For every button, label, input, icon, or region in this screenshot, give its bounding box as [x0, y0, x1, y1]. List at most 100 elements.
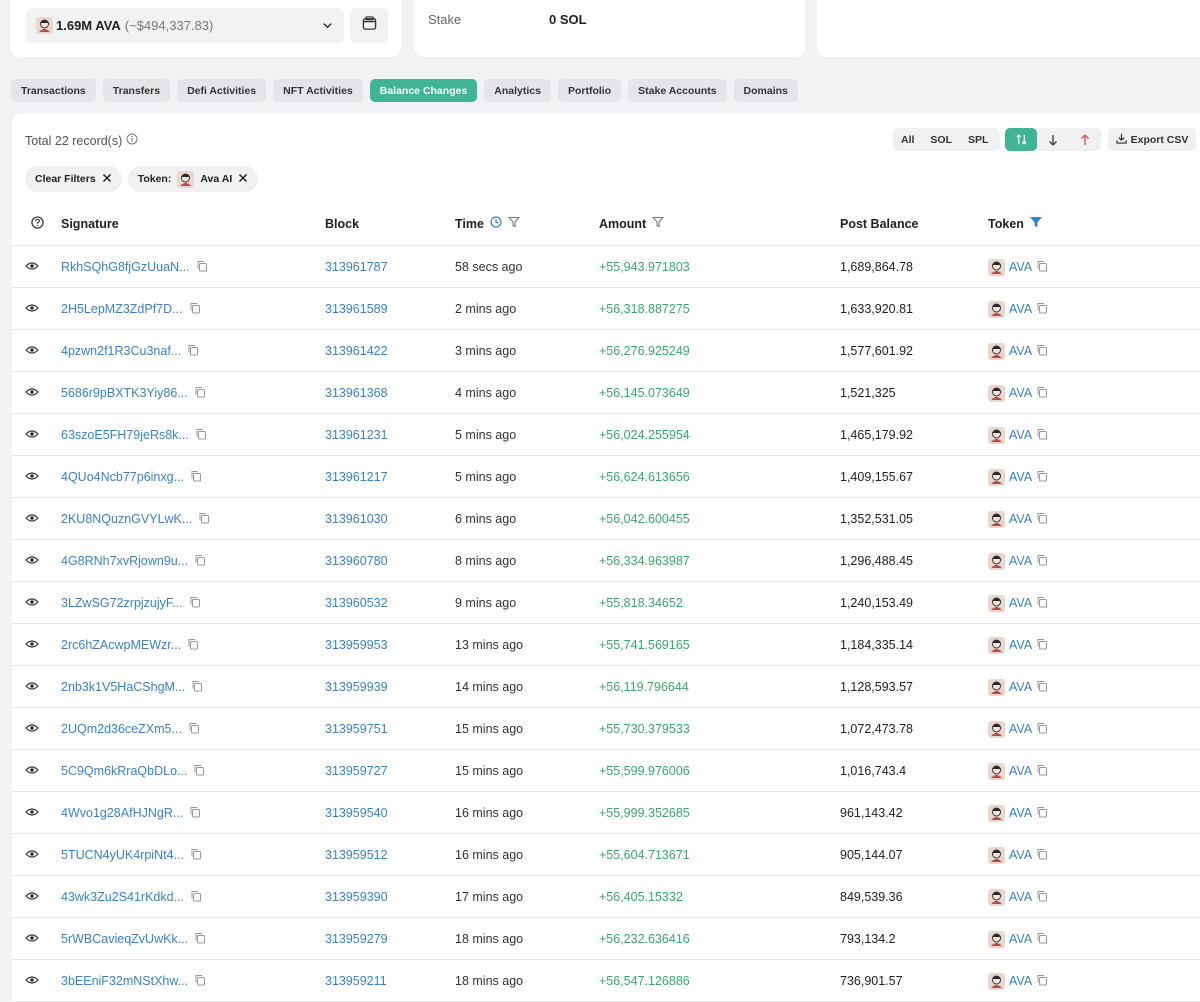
view-details-button[interactable] [25, 624, 49, 666]
copy-icon[interactable] [1036, 344, 1048, 359]
signature-link[interactable]: 3LZwSG72zrpjzujyF... [61, 596, 183, 610]
block-link[interactable]: 313960532 [325, 596, 388, 610]
tab-balance-changes[interactable]: Balance Changes [369, 79, 478, 102]
view-details-button[interactable] [25, 666, 49, 708]
signature-link[interactable]: RkhSQhG8fjGzUuaN... [61, 260, 190, 274]
copy-icon[interactable] [195, 428, 207, 443]
signature-link[interactable]: 2nb3k1V5HaCShgM... [61, 680, 185, 694]
token-link[interactable]: AVA [1009, 554, 1032, 568]
token-link[interactable]: AVA [1009, 932, 1032, 946]
block-link[interactable]: 313961231 [325, 428, 388, 442]
block-link[interactable]: 313959211 [325, 974, 387, 988]
block-link[interactable]: 313959540 [325, 806, 388, 820]
block-link[interactable]: 313959939 [325, 680, 388, 694]
copy-icon[interactable] [189, 596, 201, 611]
signature-link[interactable]: 43wk3Zu2S41rKdkd... [61, 890, 184, 904]
token-link[interactable]: AVA [1009, 974, 1032, 988]
block-link[interactable]: 313961368 [325, 386, 388, 400]
view-details-button[interactable] [25, 792, 49, 834]
token-link[interactable]: AVA [1009, 302, 1032, 316]
block-link[interactable]: 313960780 [325, 554, 388, 568]
copy-icon[interactable] [1036, 764, 1048, 779]
signature-link[interactable]: 63szoE5FH79jeRs8k... [61, 428, 189, 442]
copy-icon[interactable] [194, 554, 206, 569]
tab-analytics[interactable]: Analytics [484, 79, 551, 102]
copy-icon[interactable] [1036, 722, 1048, 737]
filter-spl-button[interactable]: SPL [960, 128, 996, 151]
signature-link[interactable]: 4QUo4Ncb77p6inxg... [61, 470, 184, 484]
copy-icon[interactable] [190, 470, 202, 485]
signature-link[interactable]: 4pzwn2f1R3Cu3naf... [61, 344, 181, 358]
copy-icon[interactable] [188, 722, 200, 737]
block-link[interactable]: 313961589 [325, 302, 388, 316]
view-details-button[interactable] [25, 372, 49, 414]
copy-icon[interactable] [1036, 554, 1048, 569]
export-csv-button[interactable]: Export CSV [1108, 128, 1196, 151]
copy-icon[interactable] [187, 344, 199, 359]
copy-icon[interactable] [193, 764, 205, 779]
copy-icon[interactable] [1036, 848, 1048, 863]
close-icon[interactable] [102, 173, 112, 186]
token-filter-icon[interactable] [1029, 216, 1043, 231]
token-link[interactable]: AVA [1009, 512, 1032, 526]
copy-icon[interactable] [1036, 428, 1048, 443]
token-link[interactable]: AVA [1009, 386, 1032, 400]
time-filter-icon[interactable] [507, 216, 521, 231]
copy-icon[interactable] [1036, 260, 1048, 275]
block-link[interactable]: 313961422 [325, 344, 388, 358]
tab-domains[interactable]: Domains [733, 79, 798, 102]
outgoing-button[interactable] [1069, 128, 1101, 151]
copy-icon[interactable] [1036, 512, 1048, 527]
view-details-button[interactable] [25, 708, 49, 750]
block-link[interactable]: 313959727 [325, 764, 388, 778]
amount-filter-icon[interactable] [651, 216, 665, 231]
filter-all-button[interactable]: All [893, 128, 922, 151]
close-icon[interactable] [238, 173, 248, 186]
incoming-button[interactable] [1037, 128, 1069, 151]
signature-link[interactable]: 2KU8NQuznGVYLwK... [61, 512, 192, 526]
copy-icon[interactable] [1036, 596, 1048, 611]
view-details-button[interactable] [25, 834, 49, 876]
view-details-button[interactable] [25, 498, 49, 540]
signature-link[interactable]: 5rWBCavieqZvUwKk... [61, 932, 188, 946]
clear-filters-chip[interactable]: Clear Filters [25, 166, 122, 192]
tab-defi-activities[interactable]: Defi Activities [177, 79, 267, 102]
block-link[interactable]: 313961030 [325, 512, 388, 526]
token-link[interactable]: AVA [1009, 806, 1032, 820]
token-link[interactable]: AVA [1009, 848, 1032, 862]
view-details-button[interactable] [25, 246, 49, 288]
view-details-button[interactable] [25, 288, 49, 330]
question-circle-icon[interactable] [31, 215, 44, 232]
token-select[interactable]: 1.69M AVA (~$494,337.83) [26, 8, 344, 43]
tab-nft-activities[interactable]: NFT Activities [273, 79, 363, 102]
tab-transactions[interactable]: Transactions [11, 79, 96, 102]
view-details-button[interactable] [25, 456, 49, 498]
token-link[interactable]: AVA [1009, 764, 1032, 778]
signature-link[interactable]: 4Wvo1g28AfHJNgR... [61, 806, 183, 820]
token-link[interactable]: AVA [1009, 638, 1032, 652]
signature-link[interactable]: 3bEEniF32mNStXhw... [61, 974, 188, 988]
copy-icon[interactable] [194, 974, 206, 989]
block-link[interactable]: 313959953 [325, 638, 388, 652]
copy-icon[interactable] [189, 302, 201, 317]
tab-transfers[interactable]: Transfers [102, 79, 171, 102]
view-details-button[interactable] [25, 582, 49, 624]
signature-link[interactable]: 2rc6hZAcwpMEWzr... [61, 638, 181, 652]
token-link[interactable]: AVA [1009, 596, 1032, 610]
copy-icon[interactable] [189, 806, 201, 821]
copy-icon[interactable] [1036, 932, 1048, 947]
view-details-button[interactable] [25, 960, 49, 1002]
token-filter-chip[interactable]: Token: Ava AI [127, 166, 259, 192]
token-link[interactable]: AVA [1009, 680, 1032, 694]
block-link[interactable]: 313959279 [325, 932, 388, 946]
wallet-button[interactable] [350, 8, 388, 43]
tab-portfolio[interactable]: Portfolio [557, 79, 622, 102]
both-directions-button[interactable] [1005, 128, 1037, 151]
block-link[interactable]: 313959390 [325, 890, 388, 904]
view-details-button[interactable] [25, 414, 49, 456]
copy-icon[interactable] [191, 680, 203, 695]
signature-link[interactable]: 2UQm2d36ceZXm5... [61, 722, 182, 736]
copy-icon[interactable] [1036, 806, 1048, 821]
view-details-button[interactable] [25, 540, 49, 582]
token-link[interactable]: AVA [1009, 722, 1032, 736]
